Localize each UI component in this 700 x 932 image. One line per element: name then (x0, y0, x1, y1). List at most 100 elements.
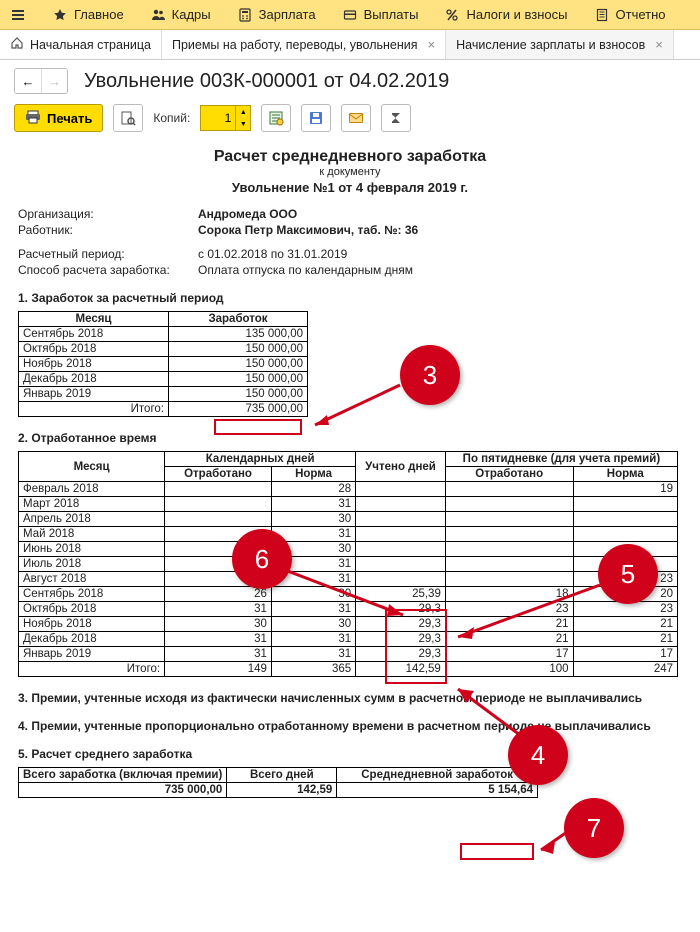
table-cell (573, 527, 678, 542)
table-row: Ноябрь 2018 (19, 357, 169, 372)
tabs-bar: Начальная страница Приемы на работу, пер… (0, 30, 700, 60)
section-1-header: 1. Заработок за расчетный период (18, 291, 682, 305)
table-cell (445, 482, 573, 497)
t1-total-val: 735 000,00 (169, 402, 308, 417)
close-icon[interactable]: × (424, 37, 436, 52)
table-cell (165, 482, 272, 497)
copies-input[interactable] (201, 106, 235, 130)
report-title: Расчет среднедневного заработка (18, 148, 682, 166)
printer-icon (25, 109, 41, 128)
table-row: Апрель 2018 (19, 512, 165, 527)
table-cell: 29,3 (356, 602, 446, 617)
t2-tot-co: 149 (165, 662, 272, 677)
preview-button[interactable] (113, 104, 143, 132)
save-button[interactable] (301, 104, 331, 132)
section-3-header: 3. Премии, учтенные исходя из фактически… (18, 691, 658, 705)
table-cell: 17 (445, 647, 573, 662)
tab-hires[interactable]: Приемы на работу, переводы, увольнения × (162, 30, 446, 59)
table-cell: 31 (271, 527, 355, 542)
t2-h-norm1: Норма (271, 467, 355, 482)
table-cell: 21 (573, 617, 678, 632)
table-cell (165, 557, 272, 572)
menu-reports[interactable]: Отчетно (588, 3, 672, 27)
table-row: Сентябрь 2018 (19, 327, 169, 342)
t2-h-cal: Календарных дней (165, 452, 356, 467)
tab-home-label: Начальная страница (30, 38, 151, 52)
t2-tot-cn: 365 (271, 662, 355, 677)
table-row: Июль 2018 (19, 557, 165, 572)
table-cell: 31 (271, 572, 355, 587)
nav-back[interactable]: ← (15, 69, 41, 93)
menu-salary[interactable]: Зарплата (231, 3, 322, 27)
t2-h-worked2: Отработано (445, 467, 573, 482)
table-cell: 150 000,00 (169, 387, 308, 402)
nav-forward[interactable]: → (41, 69, 67, 93)
table-cell: 31 (271, 647, 355, 662)
copies-up[interactable]: ▲ (236, 106, 250, 118)
tab-payroll-label: Начисление зарплаты и взносов (456, 38, 645, 52)
menu-hamburger[interactable] (4, 3, 32, 27)
worked-time-table: Месяц Календарных дней Учтено дней По пя… (18, 451, 678, 677)
table-cell: 31 (271, 632, 355, 647)
t2-total-lbl: Итого: (19, 662, 165, 677)
table-cell: 31 (271, 557, 355, 572)
table-cell (165, 527, 272, 542)
t2-tot-fn: 247 (573, 662, 678, 677)
table-row: Октябрь 2018 (19, 602, 165, 617)
table-cell (445, 512, 573, 527)
arrow-7 (535, 832, 575, 857)
table-row: Ноябрь 2018 (19, 617, 165, 632)
method-label: Способ расчета заработка: (18, 263, 198, 277)
menu-taxes-label: Налоги и взносы (466, 7, 567, 22)
table-cell (356, 542, 446, 557)
menu-taxes[interactable]: Налоги и взносы (438, 3, 573, 27)
t5-h-avg: Среднедневной заработок (337, 768, 538, 783)
method-value: Оплата отпуска по календарным дням (198, 263, 413, 277)
email-button[interactable] (341, 104, 371, 132)
t5-h-total-earn: Всего заработка (включая премии) (19, 768, 227, 783)
tab-payroll[interactable]: Начисление зарплаты и взносов × (446, 30, 674, 59)
t2-h-worked1: Отработано (165, 467, 272, 482)
table-row: Январь 2019 (19, 647, 165, 662)
menu-staff[interactable]: Кадры (144, 3, 217, 27)
table-cell (356, 527, 446, 542)
table-cell (356, 512, 446, 527)
report-subtitle: к документу (18, 166, 682, 178)
close-icon[interactable]: × (651, 37, 663, 52)
t1-h-month: Месяц (19, 312, 169, 327)
nav-buttons: ← → (14, 68, 68, 94)
menu-main[interactable]: Главное (46, 3, 130, 27)
t1-total-lbl: Итого: (19, 402, 169, 417)
table-row: Декабрь 2018 (19, 632, 165, 647)
menu-salary-label: Зарплата (259, 7, 316, 22)
hamburger-icon (10, 7, 26, 23)
table-cell: 17 (573, 647, 678, 662)
table-cell (165, 572, 272, 587)
table-cell (165, 512, 272, 527)
table-cell: 30 (271, 617, 355, 632)
table-cell: 31 (165, 632, 272, 647)
report: Расчет среднедневного заработка к докуме… (14, 148, 686, 798)
table-row: Декабрь 2018 (19, 372, 169, 387)
table-cell: 31 (271, 602, 355, 617)
t2-h-norm2: Норма (573, 467, 678, 482)
emp-value: Сорока Петр Максимович, таб. №: 36 (198, 223, 418, 237)
people-icon (150, 7, 166, 23)
settings-button[interactable] (261, 104, 291, 132)
tab-home[interactable]: Начальная страница (0, 30, 162, 59)
table-cell: 21 (445, 632, 573, 647)
table-row: Октябрь 2018 (19, 342, 169, 357)
copies-spinner[interactable]: ▲ ▼ (200, 105, 251, 131)
table-cell (356, 572, 446, 587)
copies-down[interactable]: ▼ (236, 118, 250, 130)
print-button[interactable]: Печать (14, 104, 103, 132)
sum-button[interactable] (381, 104, 411, 132)
table-row: Июнь 2018 (19, 542, 165, 557)
content-area: ← → Увольнение 003К-000001 от 04.02.2019… (0, 60, 700, 806)
nav-row: ← → Увольнение 003К-000001 от 04.02.2019 (14, 68, 686, 94)
table-row: Август 2018 (19, 572, 165, 587)
table-cell: 21 (573, 632, 678, 647)
menu-payments[interactable]: Выплаты (336, 3, 425, 27)
table-cell: 28 (271, 482, 355, 497)
t5-h-total-days: Всего дней (227, 768, 337, 783)
